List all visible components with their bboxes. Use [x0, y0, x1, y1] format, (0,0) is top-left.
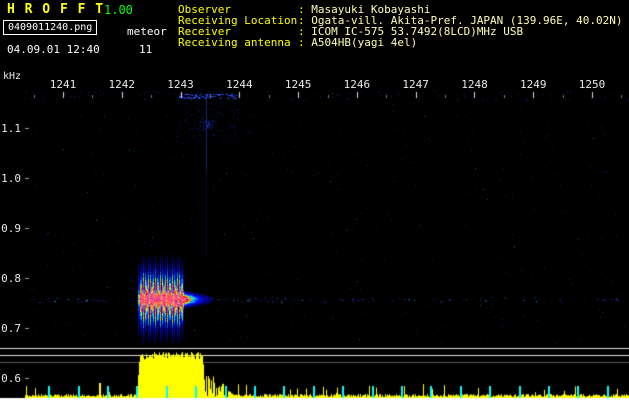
time-axis-label: 1249 [519, 78, 547, 91]
info-label: Receiving antenna [178, 36, 291, 49]
time-axis-label: 1245 [284, 78, 312, 91]
spectrogram-canvas [0, 0, 629, 400]
freq-axis-label: 0.8 [1, 272, 21, 285]
mode-label: meteor [127, 25, 167, 38]
app-version: 1.00 [104, 3, 133, 17]
freq-axis-label: 0.6 [1, 372, 21, 385]
time-axis-label: 1250 [578, 78, 606, 91]
time-axis-label: 1247 [402, 78, 429, 91]
echo-count-label: 11 [139, 43, 153, 56]
info-separator: : [298, 36, 312, 49]
freq-axis-label: 0.9 [1, 222, 21, 235]
time-axis-label: 1241 [49, 78, 77, 91]
time-axis-label: 1246 [343, 78, 371, 91]
freq-axis-label: 1.1 [1, 122, 21, 135]
header-info-block: Observer: Masayuki Kobayashi Receiving Lo… [178, 4, 623, 48]
freq-axis-label: 0.7 [1, 322, 21, 335]
time-axis-label: 1248 [461, 78, 488, 91]
time-axis-label: 1244 [226, 78, 253, 91]
time-axis-label: 1242 [108, 78, 136, 91]
info-value: A504HB(yagi 4el) [311, 36, 418, 49]
freq-axis-label: 1.0 [1, 172, 21, 185]
freq-axis: 1.1 1.0 0.9 0.8 0.7 0.6 [0, 0, 22, 400]
time-axis-label: 1243 [167, 78, 194, 91]
hrofft-window: H R O F F T 1.00 0409011240.png meteor 0… [0, 0, 629, 400]
time-axis: 1241 1242 1243 1244 1245 1246 1247 1248 1249 1250 [0, 78, 629, 91]
header-info-row: Receiving antenna: A504HB(yagi 4el) [178, 37, 623, 48]
